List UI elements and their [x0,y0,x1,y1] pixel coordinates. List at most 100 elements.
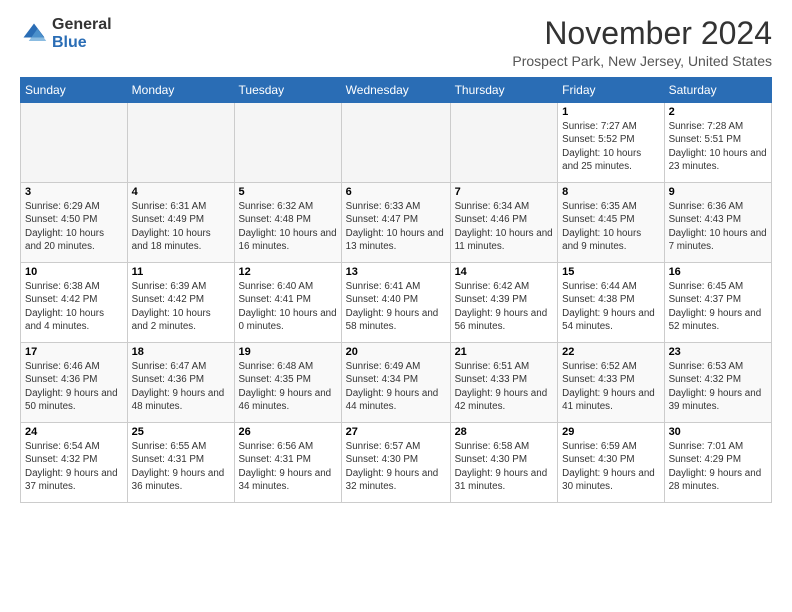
day-number: 13 [346,266,446,278]
calendar-cell [21,103,128,183]
day-info: Sunrise: 6:35 AM Sunset: 4:45 PM Dayligh… [562,200,659,253]
location: Prospect Park, New Jersey, United States [512,53,772,69]
calendar-cell: 1 Sunrise: 7:27 AM Sunset: 5:52 PM Daylig… [558,103,664,183]
calendar-cell: 5 Sunrise: 6:32 AM Sunset: 4:48 PM Daylig… [234,183,341,263]
calendar-week-4: 17 Sunrise: 6:46 AM Sunset: 4:36 PM Dayli… [21,343,772,423]
calendar-cell: 7 Sunrise: 6:34 AM Sunset: 4:46 PM Daylig… [450,183,558,263]
calendar-header-friday: Friday [558,78,664,103]
day-info: Sunrise: 6:39 AM Sunset: 4:42 PM Dayligh… [132,280,230,333]
calendar-cell: 20 Sunrise: 6:49 AM Sunset: 4:34 PM Dayli… [341,343,450,423]
day-number: 20 [346,346,446,358]
day-info: Sunrise: 6:56 AM Sunset: 4:31 PM Dayligh… [239,440,337,493]
calendar-cell: 27Sunrise: 6:57 AM Sunset: 4:30 PM Dayli… [341,423,450,503]
day-number: 23 [669,346,767,358]
calendar-cell [234,103,341,183]
calendar-cell: 10 Sunrise: 6:38 AM Sunset: 4:42 PM Dayli… [21,263,128,343]
calendar-header-sunday: Sunday [21,78,128,103]
calendar-cell: 17 Sunrise: 6:46 AM Sunset: 4:36 PM Dayli… [21,343,128,423]
day-info: Sunrise: 6:54 AM Sunset: 4:32 PM Dayligh… [25,440,123,493]
day-number: 5 [239,186,337,198]
day-number: 7 [455,186,554,198]
calendar-cell: 30 Sunrise: 7:01 AM Sunset: 4:29 PM Dayli… [664,423,771,503]
calendar-cell: 28 Sunrise: 6:58 AM Sunset: 4:30 PM Dayli… [450,423,558,503]
day-number: 4 [132,186,230,198]
calendar-cell: 15 Sunrise: 6:44 AM Sunset: 4:38 PM Dayli… [558,263,664,343]
logo-icon [20,20,48,48]
day-info: Sunrise: 6:53 AM Sunset: 4:32 PM Dayligh… [669,360,767,413]
calendar-cell: 25 Sunrise: 6:55 AM Sunset: 4:31 PM Dayli… [127,423,234,503]
day-number: 24 [25,426,123,438]
calendar-cell: 24 Sunrise: 6:54 AM Sunset: 4:32 PM Dayli… [21,423,128,503]
day-info: Sunrise: 6:33 AM Sunset: 4:47 PM Dayligh… [346,200,446,253]
day-info: Sunrise: 6:48 AM Sunset: 4:35 PM Dayligh… [239,360,337,413]
day-number: 1 [562,106,659,118]
day-info: Sunrise: 6:42 AM Sunset: 4:39 PM Dayligh… [455,280,554,333]
day-number: 8 [562,186,659,198]
day-info: Sunrise: 6:49 AM Sunset: 4:34 PM Dayligh… [346,360,446,413]
calendar-cell: 4 Sunrise: 6:31 AM Sunset: 4:49 PM Daylig… [127,183,234,263]
day-info: Sunrise: 6:38 AM Sunset: 4:42 PM Dayligh… [25,280,123,333]
logo: General Blue [20,16,112,51]
day-info: Sunrise: 6:29 AM Sunset: 4:50 PM Dayligh… [25,200,123,253]
day-info: Sunrise: 6:57 AM Sunset: 4:30 PM Dayligh… [346,440,446,493]
calendar-week-1: 1 Sunrise: 7:27 AM Sunset: 5:52 PM Daylig… [21,103,772,183]
calendar-table: SundayMondayTuesdayWednesdayThursdayFrid… [20,77,772,503]
day-info: Sunrise: 7:27 AM Sunset: 5:52 PM Dayligh… [562,120,659,173]
day-number: 2 [669,106,767,118]
calendar-header-thursday: Thursday [450,78,558,103]
day-number: 26 [239,426,337,438]
calendar-cell: 29Sunrise: 6:59 AM Sunset: 4:30 PM Dayli… [558,423,664,503]
day-number: 30 [669,426,767,438]
day-info: Sunrise: 6:59 AM Sunset: 4:30 PM Dayligh… [562,440,659,493]
day-info: Sunrise: 6:34 AM Sunset: 4:46 PM Dayligh… [455,200,554,253]
day-number: 17 [25,346,123,358]
calendar-cell: 23 Sunrise: 6:53 AM Sunset: 4:32 PM Dayli… [664,343,771,423]
header: General Blue November 2024 Prospect Park… [20,16,772,69]
month-title: November 2024 [512,16,772,51]
calendar-cell: 22Sunrise: 6:52 AM Sunset: 4:33 PM Dayli… [558,343,664,423]
calendar-cell: 13 Sunrise: 6:41 AM Sunset: 4:40 PM Dayli… [341,263,450,343]
day-number: 11 [132,266,230,278]
day-number: 16 [669,266,767,278]
day-info: Sunrise: 6:44 AM Sunset: 4:38 PM Dayligh… [562,280,659,333]
day-number: 28 [455,426,554,438]
calendar-header-row: SundayMondayTuesdayWednesdayThursdayFrid… [21,78,772,103]
day-info: Sunrise: 6:52 AM Sunset: 4:33 PM Dayligh… [562,360,659,413]
day-info: Sunrise: 6:31 AM Sunset: 4:49 PM Dayligh… [132,200,230,253]
page: General Blue November 2024 Prospect Park… [0,0,792,513]
day-info: Sunrise: 6:51 AM Sunset: 4:33 PM Dayligh… [455,360,554,413]
day-number: 15 [562,266,659,278]
day-info: Sunrise: 6:58 AM Sunset: 4:30 PM Dayligh… [455,440,554,493]
calendar-cell: 3 Sunrise: 6:29 AM Sunset: 4:50 PM Daylig… [21,183,128,263]
day-info: Sunrise: 6:40 AM Sunset: 4:41 PM Dayligh… [239,280,337,333]
calendar-cell: 11 Sunrise: 6:39 AM Sunset: 4:42 PM Dayli… [127,263,234,343]
day-number: 6 [346,186,446,198]
title-block: November 2024 Prospect Park, New Jersey,… [512,16,772,69]
calendar-week-3: 10 Sunrise: 6:38 AM Sunset: 4:42 PM Dayli… [21,263,772,343]
day-number: 14 [455,266,554,278]
calendar-cell: 8 Sunrise: 6:35 AM Sunset: 4:45 PM Daylig… [558,183,664,263]
day-info: Sunrise: 6:41 AM Sunset: 4:40 PM Dayligh… [346,280,446,333]
calendar-cell: 2Sunrise: 7:28 AM Sunset: 5:51 PM Daylig… [664,103,771,183]
day-info: Sunrise: 6:55 AM Sunset: 4:31 PM Dayligh… [132,440,230,493]
day-number: 10 [25,266,123,278]
calendar-cell: 21 Sunrise: 6:51 AM Sunset: 4:33 PM Dayli… [450,343,558,423]
calendar-cell: 9Sunrise: 6:36 AM Sunset: 4:43 PM Daylig… [664,183,771,263]
day-info: Sunrise: 6:32 AM Sunset: 4:48 PM Dayligh… [239,200,337,253]
calendar-cell [127,103,234,183]
calendar-cell: 6 Sunrise: 6:33 AM Sunset: 4:47 PM Daylig… [341,183,450,263]
day-number: 9 [669,186,767,198]
day-number: 25 [132,426,230,438]
calendar-cell: 18Sunrise: 6:47 AM Sunset: 4:36 PM Dayli… [127,343,234,423]
day-number: 21 [455,346,554,358]
day-number: 18 [132,346,230,358]
day-info: Sunrise: 6:45 AM Sunset: 4:37 PM Dayligh… [669,280,767,333]
calendar-header-monday: Monday [127,78,234,103]
day-number: 3 [25,186,123,198]
day-info: Sunrise: 6:46 AM Sunset: 4:36 PM Dayligh… [25,360,123,413]
logo-text: General Blue [52,16,112,51]
calendar-week-5: 24 Sunrise: 6:54 AM Sunset: 4:32 PM Dayli… [21,423,772,503]
day-info: Sunrise: 7:01 AM Sunset: 4:29 PM Dayligh… [669,440,767,493]
calendar-cell: 16 Sunrise: 6:45 AM Sunset: 4:37 PM Dayli… [664,263,771,343]
calendar-cell: 12Sunrise: 6:40 AM Sunset: 4:41 PM Dayli… [234,263,341,343]
